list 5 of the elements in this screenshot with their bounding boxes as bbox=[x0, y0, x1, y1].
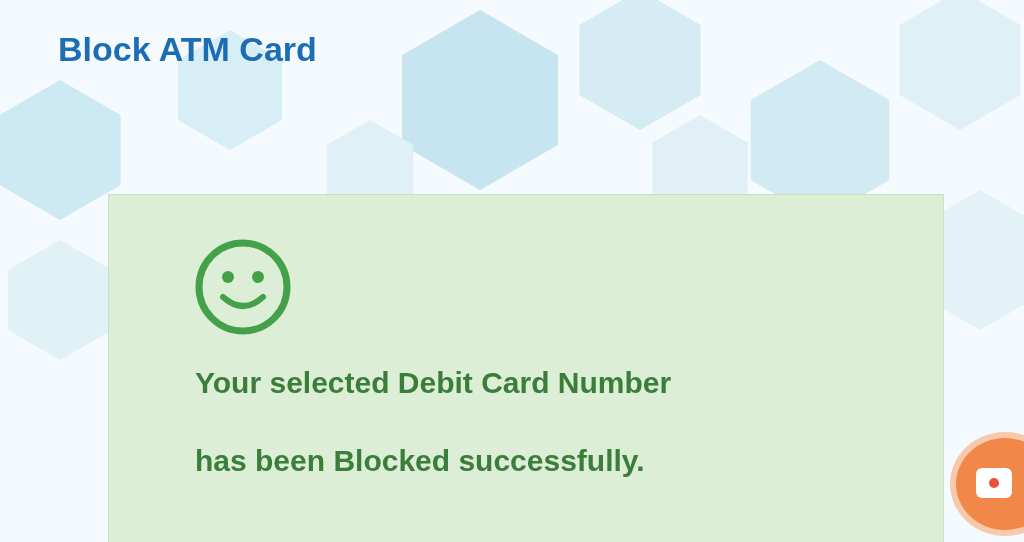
message-text: Your selected Debit Card Number bbox=[195, 365, 673, 401]
smiley-icon bbox=[195, 239, 291, 335]
record-icon bbox=[974, 466, 1014, 500]
message-text: has been Blocked successfully. bbox=[195, 443, 646, 479]
page-title: Block ATM Card bbox=[58, 29, 318, 70]
